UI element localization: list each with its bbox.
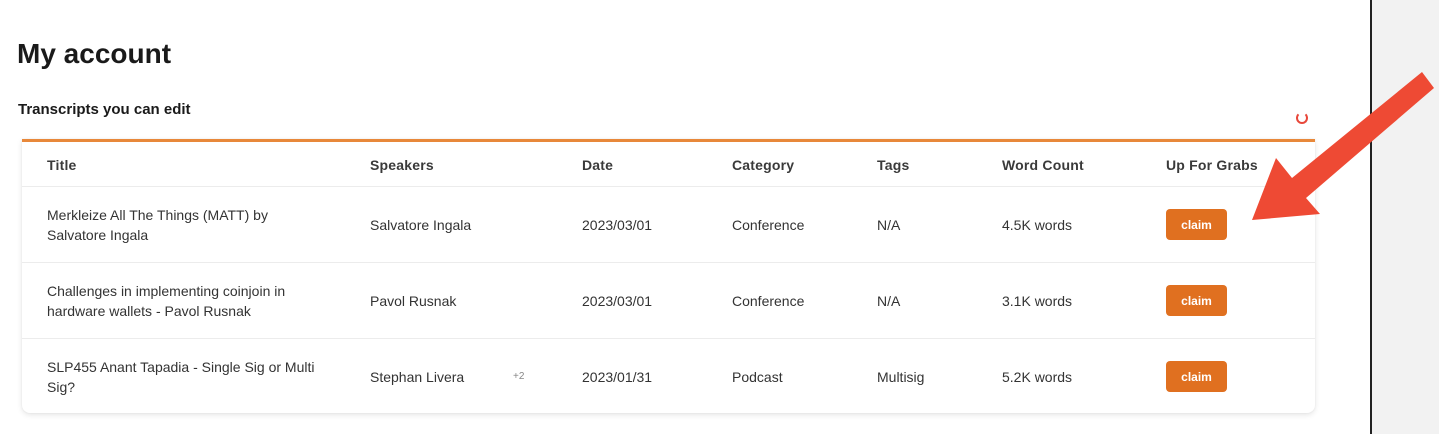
arrow-annotation: [1252, 72, 1434, 220]
arrow-annotation-shape: [1252, 72, 1434, 220]
